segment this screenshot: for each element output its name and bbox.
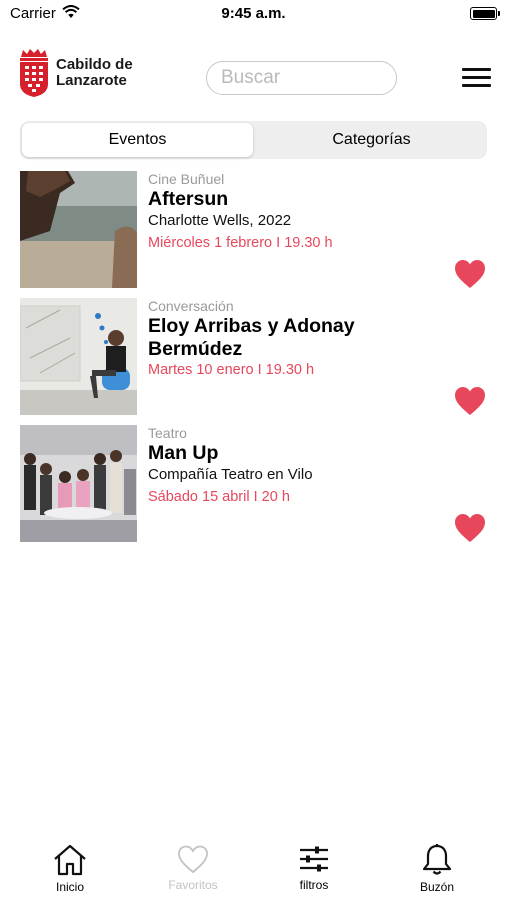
event-date: Miércoles 1 febrero I 19.30 h [148,235,333,251]
tab-categorias[interactable]: Categorías [256,123,487,157]
search-input[interactable] [206,61,397,95]
favorite-heart-icon[interactable] [454,513,486,543]
tab-filtros[interactable]: filtros [269,843,359,892]
logo-line-2: Lanzarote [56,72,127,89]
event-image [20,298,137,415]
event-card[interactable]: Cine Buñuel Aftersun Charlotte Wells, 20… [0,171,507,298]
tab-label: Inicio [55,880,84,894]
event-category: Conversación [148,298,234,314]
hamburger-menu-icon[interactable] [462,67,492,89]
favorite-heart-icon[interactable] [454,259,486,289]
event-title: Aftersun [148,188,229,210]
logo-line-1: Cabildo de [56,56,133,73]
event-subtitle: Charlotte Wells, 2022 [148,212,292,229]
event-image [20,171,137,288]
event-date: Sábado 15 abril I 20 h [148,489,290,505]
event-card[interactable]: Conversación Eloy Arribas y Adonay Bermú… [0,298,507,425]
event-category: Cine Buñuel [148,171,225,187]
favorite-heart-icon[interactable] [454,386,486,416]
tab-buzon[interactable]: Buzón [392,843,482,894]
tab-label: Buzón [419,880,455,894]
event-card[interactable]: Teatro Man Up Compañía Teatro en Vilo Sá… [0,425,507,552]
tab-favoritos[interactable]: Favoritos [148,843,238,892]
crest-icon [20,49,48,97]
event-image [20,425,137,542]
event-date: Martes 10 enero I 19.30 h [148,362,315,378]
status-bar: Carrier 9:45 a.m. [0,0,507,28]
bottom-tab-bar: Inicio Favoritos filtros Buzón [0,835,507,900]
segmented-control: Eventos Categorías [20,121,487,159]
cabildo-logo[interactable]: Cabildo de Lanzarote [17,48,133,98]
event-category: Teatro [148,425,187,441]
heart-outline-icon [178,845,208,874]
tab-label: Favoritos [168,878,218,892]
app-header: Cabildo de Lanzarote [0,40,507,115]
battery-icon [470,7,500,20]
logo-text: Cabildo de Lanzarote [56,57,133,89]
tab-inicio[interactable]: Inicio [25,843,115,894]
event-title: Eloy Arribas y Adonay Bermúdez [148,315,355,360]
bell-icon [422,844,452,875]
event-title: Man Up [148,442,219,464]
status-time: 9:45 a.m. [221,5,286,22]
event-subtitle: Compañía Teatro en Vilo [148,466,313,483]
sliders-icon [300,846,328,872]
event-list: Cine Buñuel Aftersun Charlotte Wells, 20… [0,171,507,552]
home-icon [54,844,86,876]
tab-eventos[interactable]: Eventos [22,123,253,157]
tab-label: filtros [299,878,329,892]
